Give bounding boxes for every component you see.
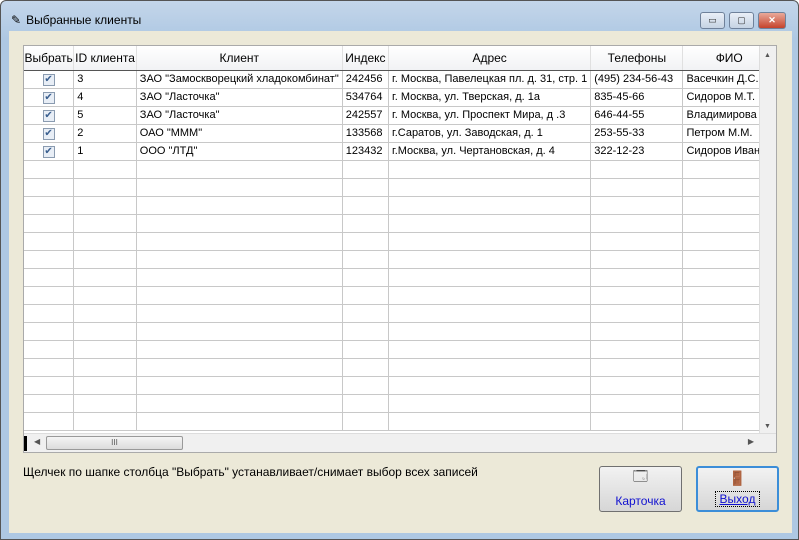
empty-row — [24, 322, 776, 341]
empty-row — [24, 196, 776, 215]
empty-row — [24, 232, 776, 251]
card-button-label: Карточка — [615, 494, 666, 508]
select-checkbox[interactable]: ✔ — [42, 109, 55, 122]
cell-address[interactable]: г. Москва, Павелецкая пл. д. 31, стр. 1 — [388, 70, 592, 89]
column-header[interactable]: Телефоны — [590, 46, 684, 71]
app-icon: ✎ — [11, 13, 22, 27]
cell-id[interactable]: 4 — [73, 88, 137, 107]
column-header[interactable]: Адрес — [388, 46, 592, 71]
cell-address[interactable]: г. Москва, ул. Тверская, д. 1а — [388, 88, 592, 107]
cell-index[interactable]: 123432 — [342, 142, 390, 161]
cell-id[interactable]: 2 — [73, 124, 137, 143]
exit-button-label: Выход — [714, 491, 761, 507]
cell-phones[interactable]: 253-55-33 — [590, 124, 684, 143]
table-row[interactable]: ✔ 1 ООО "ЛТД" 123432 г.Москва, ул. Чертановс… — [24, 142, 776, 161]
empty-row — [24, 358, 776, 377]
table-row[interactable]: ✔ 4 ЗАО "Ласточка" 534764 г. Москва, ул. Тве… — [24, 88, 776, 107]
cell-client[interactable]: ЗАО "Ласточка" — [136, 106, 343, 125]
hint-text: Щелчек по шапке столбца "Выбрать" устана… — [23, 465, 478, 479]
scroll-thumb[interactable]: III — [46, 436, 183, 450]
column-header[interactable]: Индекс — [342, 46, 390, 71]
window: ✎ Выбранные клиенты ▭ ▢ ✕ Выбрать ID клие… — [0, 0, 799, 540]
empty-row — [24, 160, 776, 179]
horizontal-scrollbar[interactable]: ◀ III ▶ — [24, 433, 776, 452]
card-button[interactable]: 🗔 Карточка — [599, 466, 682, 512]
column-header[interactable]: Клиент — [136, 46, 343, 71]
cell-client[interactable]: ЗАО "Ласточка" — [136, 88, 343, 107]
exit-button[interactable]: 🚪 Выход — [696, 466, 779, 512]
cell-phones[interactable]: 646-44-55 — [590, 106, 684, 125]
cell-client[interactable]: ООО "ЛТД" — [136, 142, 343, 161]
empty-row — [24, 340, 776, 359]
cell-phones[interactable]: (495) 234-56-43 — [590, 70, 684, 89]
cell-phones[interactable]: 322-12-23 — [590, 142, 684, 161]
empty-row — [24, 412, 776, 431]
cell-index[interactable]: 242456 — [342, 70, 390, 89]
empty-row — [24, 250, 776, 269]
cell-client[interactable]: ОАО "МММ" — [136, 124, 343, 143]
close-button[interactable]: ✕ — [758, 12, 786, 29]
title-bar: ✎ Выбранные клиенты — [11, 13, 141, 27]
column-header[interactable]: ID клиента — [73, 46, 137, 71]
vertical-scrollbar[interactable]: ▲ ▼ — [759, 46, 776, 434]
empty-row — [24, 214, 776, 233]
cell-index[interactable]: 133568 — [342, 124, 390, 143]
empty-row — [24, 394, 776, 413]
exit-door-icon: 🚪 — [728, 470, 747, 486]
table-row[interactable]: ✔ 3 ЗАО "Замоскворецкий хладокомбинат" 2424… — [24, 70, 776, 89]
empty-row — [24, 268, 776, 287]
empty-row — [24, 304, 776, 323]
empty-row — [24, 178, 776, 197]
empty-row — [24, 376, 776, 395]
empty-row — [24, 286, 776, 305]
window-title: Выбранные клиенты — [26, 13, 142, 27]
cell-index[interactable]: 242557 — [342, 106, 390, 125]
clients-grid: Выбрать ID клиента Клиент Индекс Адрес Телефо… — [23, 45, 777, 453]
maximize-button[interactable]: ▢ — [729, 12, 754, 29]
scroll-down-icon[interactable]: ▼ — [764, 423, 771, 430]
card-icon: 🗔 — [632, 468, 649, 484]
cell-id[interactable]: 3 — [73, 70, 137, 89]
select-checkbox[interactable]: ✔ — [42, 91, 55, 104]
minimize-button[interactable]: ▭ — [700, 12, 725, 29]
cell-index[interactable]: 534764 — [342, 88, 390, 107]
column-header[interactable]: Выбрать — [24, 46, 75, 71]
select-checkbox[interactable]: ✔ — [42, 73, 55, 86]
dialog-body: Выбрать ID клиента Клиент Индекс Адрес Телефо… — [9, 31, 792, 533]
select-checkbox[interactable]: ✔ — [42, 127, 55, 140]
cell-id[interactable]: 1 — [73, 142, 137, 161]
cell-address[interactable]: г.Москва, ул. Чертановская, д. 4 — [388, 142, 592, 161]
select-checkbox[interactable]: ✔ — [42, 145, 55, 158]
table-row[interactable]: ✔ 2 ОАО "МММ" 133568 г.Саратов, ул. Заводска… — [24, 124, 776, 143]
cell-phones[interactable]: 835-45-66 — [590, 88, 684, 107]
cell-address[interactable]: г.Саратов, ул. Заводская, д. 1 — [388, 124, 592, 143]
cell-address[interactable]: г. Москва, ул. Проспект Мира, д .3 — [388, 106, 592, 125]
scroll-left-icon[interactable]: ◀ — [34, 437, 40, 446]
cell-id[interactable]: 5 — [73, 106, 137, 125]
scroll-up-icon[interactable]: ▲ — [764, 52, 771, 59]
scroll-right-icon[interactable]: ▶ — [748, 437, 754, 446]
cell-client[interactable]: ЗАО "Замоскворецкий хладокомбинат" — [136, 70, 343, 89]
table-row[interactable]: ✔ 5 ЗАО "Ласточка" 242557 г. Москва, ул. Про… — [24, 106, 776, 125]
